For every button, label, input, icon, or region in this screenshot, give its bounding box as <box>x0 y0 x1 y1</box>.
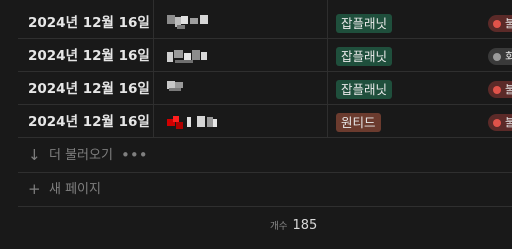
source-tag: 잡플래닛 <box>336 14 393 33</box>
status-badge[interactable]: 불 <box>488 114 512 131</box>
status-dot-icon <box>493 119 501 127</box>
table-row[interactable]: 2024년 12월 16일 원티드 불 <box>18 107 512 138</box>
redacted-image <box>167 116 217 129</box>
status-dot-icon <box>493 20 501 28</box>
redacted-image <box>167 15 208 29</box>
source-tag: 원티드 <box>336 113 381 132</box>
count-label: 개수 <box>270 221 288 232</box>
status-label: 불 <box>505 17 512 30</box>
date-cell: 2024년 12월 16일 <box>28 15 150 31</box>
plus-icon: + <box>28 180 41 198</box>
new-page-button[interactable]: 새 페이지 <box>49 173 101 206</box>
load-more-row[interactable]: ↓ 더 불러오기 ••• <box>18 139 512 173</box>
status-badge[interactable]: 불 <box>488 81 512 98</box>
status-label: 불 <box>505 83 512 96</box>
count-value: 185 <box>292 218 318 233</box>
new-page-row[interactable]: + 새 페이지 <box>18 173 512 207</box>
date-cell: 2024년 12월 16일 <box>28 114 150 130</box>
status-dot-icon <box>493 86 501 94</box>
source-tag: 잡플래닛 <box>336 80 393 99</box>
redacted-image <box>167 50 207 63</box>
arrow-down-icon: ↓ <box>28 146 41 164</box>
count-summary[interactable]: 개수 185 <box>270 214 317 234</box>
status-badge[interactable]: 불 <box>488 15 512 32</box>
status-label: 불 <box>505 116 512 129</box>
status-badge[interactable]: 회 <box>488 48 512 65</box>
status-dot-icon <box>493 53 501 61</box>
redacted-image <box>167 81 183 91</box>
load-more-button[interactable]: 더 불러오기 <box>49 139 113 172</box>
date-cell: 2024년 12월 16일 <box>28 48 150 64</box>
table-row[interactable]: 2024년 12월 16일 잡플래닛 불 <box>18 74 512 105</box>
table-row[interactable]: 2024년 12월 16일 잡플래닛 불 <box>18 8 512 39</box>
status-label: 회 <box>505 50 512 63</box>
source-tag: 잡플래닛 <box>336 47 393 66</box>
table-row[interactable]: 2024년 12월 16일 잡플래닛 회 <box>18 41 512 72</box>
date-cell: 2024년 12월 16일 <box>28 81 150 97</box>
more-icon[interactable]: ••• <box>121 139 148 172</box>
